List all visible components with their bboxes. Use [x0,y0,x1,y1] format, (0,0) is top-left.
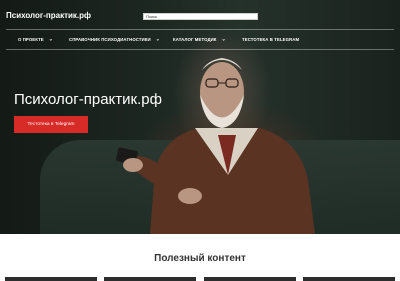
nav-item-psychodiagnostics-guide[interactable]: Справочник психодиагностики ⌄ [69,35,160,45]
chevron-down-icon: ⌄ [155,36,161,43]
nav-divider [6,49,394,50]
content-cards-row [0,277,400,281]
section-title: Полезный контент [154,253,246,264]
nav-item-about[interactable]: О проекте ⌄ [18,35,53,45]
nav-item-telegram-tests[interactable]: Тестотека в Telegram [242,35,299,45]
content-card[interactable] [104,277,196,281]
site-header: Психолог-практик.рф О проекте ⌄ Справочни… [0,0,400,50]
hero-title: Психолог-практик.рф [14,91,162,108]
nav-item-label: Тестотека в Telegram [242,37,300,42]
nav-item-methods-catalog[interactable]: Каталог методик ⌄ [173,35,226,45]
telegram-tests-button[interactable]: Тестотека в Telegram [14,116,88,133]
main-navigation: О проекте ⌄ Справочник психодиагностики ⌄ … [0,35,400,49]
content-card[interactable] [5,277,97,281]
search-input[interactable] [143,13,258,20]
content-card[interactable] [204,277,296,281]
nav-item-label: Каталог методик [173,37,217,42]
chevron-down-icon: ⌄ [48,36,54,43]
nav-item-label: Справочник психодиагностики [69,37,151,42]
content-card[interactable] [303,277,395,281]
hero-banner: Психолог-практик.рф О проекте ⌄ Справочни… [0,0,400,234]
header-divider [6,29,394,30]
site-logo[interactable]: Психолог-практик.рф [6,11,91,20]
nav-item-label: О проекте [18,37,44,42]
chevron-down-icon: ⌄ [221,36,226,43]
